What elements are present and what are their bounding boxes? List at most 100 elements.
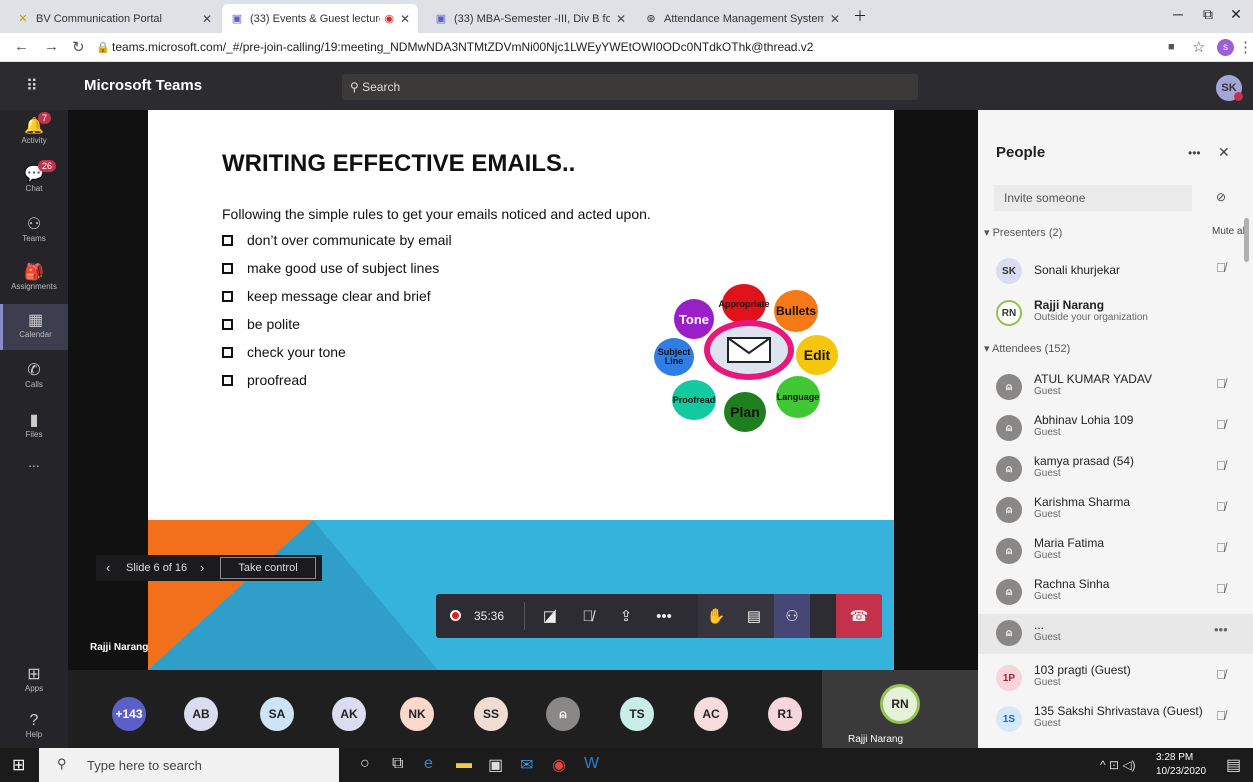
camera-icon[interactable]: ■ [1168,41,1175,53]
participants-toggle-button[interactable]: ⚇ [774,594,810,638]
call-controls: 35:36 ◪̸ 🎙̸ ⇪ ••• ✋ ▤ ⚇ ☎ [436,594,882,638]
presence-busy-dot [1234,92,1243,101]
profile-avatar[interactable]: s [1217,39,1234,56]
windows-start-icon[interactable]: ⊞ [12,755,25,775]
attendees-header[interactable]: ▾ Attendees (152) [984,342,1070,355]
close-tab-icon[interactable]: ✕ [830,12,840,26]
participant-row[interactable]: ⍝ Karishma Sharma Guest 🎙̸ [978,491,1253,531]
search-input[interactable]: ⚲ Search [342,74,918,100]
prev-slide-button[interactable]: ‹ [106,560,110,575]
mail-icon[interactable]: ✉ [520,755,533,775]
checkbox-bullet-icon [222,291,233,302]
gallery-avatar[interactable]: AC [694,697,728,731]
forward-arrow-icon[interactable]: → [44,38,59,55]
close-window-button[interactable]: ✕ [1216,6,1253,23]
raise-hand-button[interactable]: ✋ [698,594,734,638]
new-tab-button[interactable]: ＋ [848,6,872,26]
participant-row[interactable]: 1P 103 pragti (Guest) Guest 🎙̸ [978,659,1253,699]
camera-off-button[interactable]: ◪̸ [532,594,568,638]
rail-assignments[interactable]: 🎒 Assignments [0,256,68,302]
notifications-icon[interactable]: ▤ [1226,755,1241,775]
calendar-icon: ▦ [27,312,44,329]
chrome-icon[interactable]: ◉ [552,755,566,775]
rail-calendar[interactable]: ▦ Calendar [0,304,68,350]
bookmark-star-icon[interactable]: ☆ [1192,38,1205,56]
participant-row[interactable]: ⍝ ATUL KUMAR YADAV Guest 🎙̸ [978,368,1253,408]
chat-toggle-button[interactable]: ▤ [736,594,772,638]
guest-avatar-icon: ⍝ [996,579,1022,605]
browser-menu-icon[interactable]: ⋮ [1238,38,1253,56]
participant-row[interactable]: ⍝ Abhinav Lohia 109 Guest 🎙̸ [978,409,1253,449]
cortana-icon[interactable]: ○ [360,755,370,773]
take-control-button[interactable]: Take control [220,557,316,579]
camera-off-icon: ◪̸ [542,608,558,625]
participant-name: Rachna Sinha [1034,577,1110,591]
share-screen-button[interactable]: ⇪ [608,594,644,638]
task-view-icon[interactable]: ⧉ [392,755,403,773]
rail-activity[interactable]: 🔔 Activity 7 [0,110,68,156]
taskbar-search[interactable]: ⚲ Type here to search [39,748,339,782]
gallery-avatar[interactable]: SA [260,697,294,731]
word-icon[interactable]: W [584,755,599,773]
participant-row[interactable]: ⍝... Guest ••• [978,614,1253,654]
bubble-bullets: Bullets [774,290,818,332]
rail-chat[interactable]: 💬 Chat 26 [0,158,68,204]
participant-row[interactable]: ⍝ Maria Fatima Guest 🎙̸ [978,532,1253,572]
edge-icon[interactable]: e [424,755,433,773]
invite-input[interactable]: Invite someone [994,185,1192,211]
participant-row[interactable]: ⍝ kamya prasad (54) Guest 🎙̸ [978,450,1253,490]
app-launcher-icon[interactable]: ⠿ [26,76,38,96]
close-tab-icon[interactable]: ✕ [400,12,410,26]
scrollbar-thumb[interactable] [1244,218,1249,262]
browser-tab-attendance[interactable]: ⊛ Attendance Management System ✕ [636,4,848,33]
rail-help[interactable]: ? Help [0,706,68,752]
teams-favicon: ▣ [435,13,447,25]
slide-bullet: don’t over communicate by email [222,232,452,248]
store-icon[interactable]: ▣ [488,755,503,775]
back-arrow-icon[interactable]: ← [14,38,29,55]
participant-row[interactable]: SK Sonali khurjekar 🎙̸ [978,252,1253,292]
browser-tab-events[interactable]: ▣ (33) Events & Guest lectures ◉ ✕ [222,4,418,33]
reload-icon[interactable]: ↻ [72,38,85,56]
gallery-avatar[interactable]: NK [400,697,434,731]
system-tray-icons[interactable]: ^ ⊡ ◁) [1100,758,1136,772]
close-tab-icon[interactable]: ✕ [202,12,212,26]
link-icon[interactable]: ⊘ [1216,190,1226,204]
url-field[interactable]: teams.microsoft.com/_#/pre-join-calling/… [112,40,813,54]
lock-icon: 🔒 [96,42,110,54]
mic-off-button[interactable]: 🎙̸ [570,594,606,638]
participant-row[interactable]: RN Rajji Narang Outside your organizatio… [978,294,1253,334]
rail-teams[interactable]: ⚇ Teams [0,208,68,254]
more-options-icon[interactable]: ••• [1214,622,1228,637]
gallery-avatar[interactable]: R1 [768,697,802,731]
tab-title: (33) MBA-Semester -III, Div B for [454,12,610,25]
guest-avatar-icon[interactable]: ⍝ [546,697,580,731]
slide-counter: Slide 6 of 16 [126,562,188,574]
participant-subtitle: Guest [1034,509,1061,520]
gallery-avatar[interactable]: TS [620,697,654,731]
rail-more[interactable]: ... [0,454,68,500]
rail-calls[interactable]: ✆ Calls [0,354,68,400]
meeting-stage: WRITING EFFECTIVE EMAILS.. Following the… [68,110,978,670]
participant-subtitle: Guest [1034,632,1061,643]
gallery-avatar[interactable]: SS [474,697,508,731]
browser-tab-mba[interactable]: ▣ (33) MBA-Semester -III, Div B for ✕ [426,4,634,33]
more-options-icon[interactable]: ••• [1188,146,1201,160]
gallery-avatar[interactable]: AB [184,697,218,731]
more-actions-button[interactable]: ••• [646,594,682,638]
mute-all-button[interactable]: Mute all [1212,226,1247,237]
gallery-avatar[interactable]: AK [332,697,366,731]
next-slide-button[interactable]: › [200,560,204,575]
overflow-count[interactable]: +143 [112,697,146,731]
file-explorer-icon[interactable]: ▬ [456,755,472,773]
rail-files[interactable]: ▮ Files [0,404,68,450]
participant-row[interactable]: 1S 135 Sakshi Shrivastava (Guest) Guest 🎙̸ [978,700,1253,740]
close-tab-icon[interactable]: ✕ [616,12,626,26]
participant-row[interactable]: ⍝ Rachna Sinha Guest 🎙̸ [978,573,1253,613]
rail-apps[interactable]: ⊞ Apps [0,658,68,704]
browser-tab-bv-portal[interactable]: ✕ BV Communication Portal ✕ [8,4,220,33]
presenters-header[interactable]: ▾ Presenters (2) [984,226,1062,239]
close-icon[interactable]: ✕ [1218,144,1230,161]
hang-up-button[interactable]: ☎ [836,594,882,638]
rail-label: Teams [22,234,46,243]
